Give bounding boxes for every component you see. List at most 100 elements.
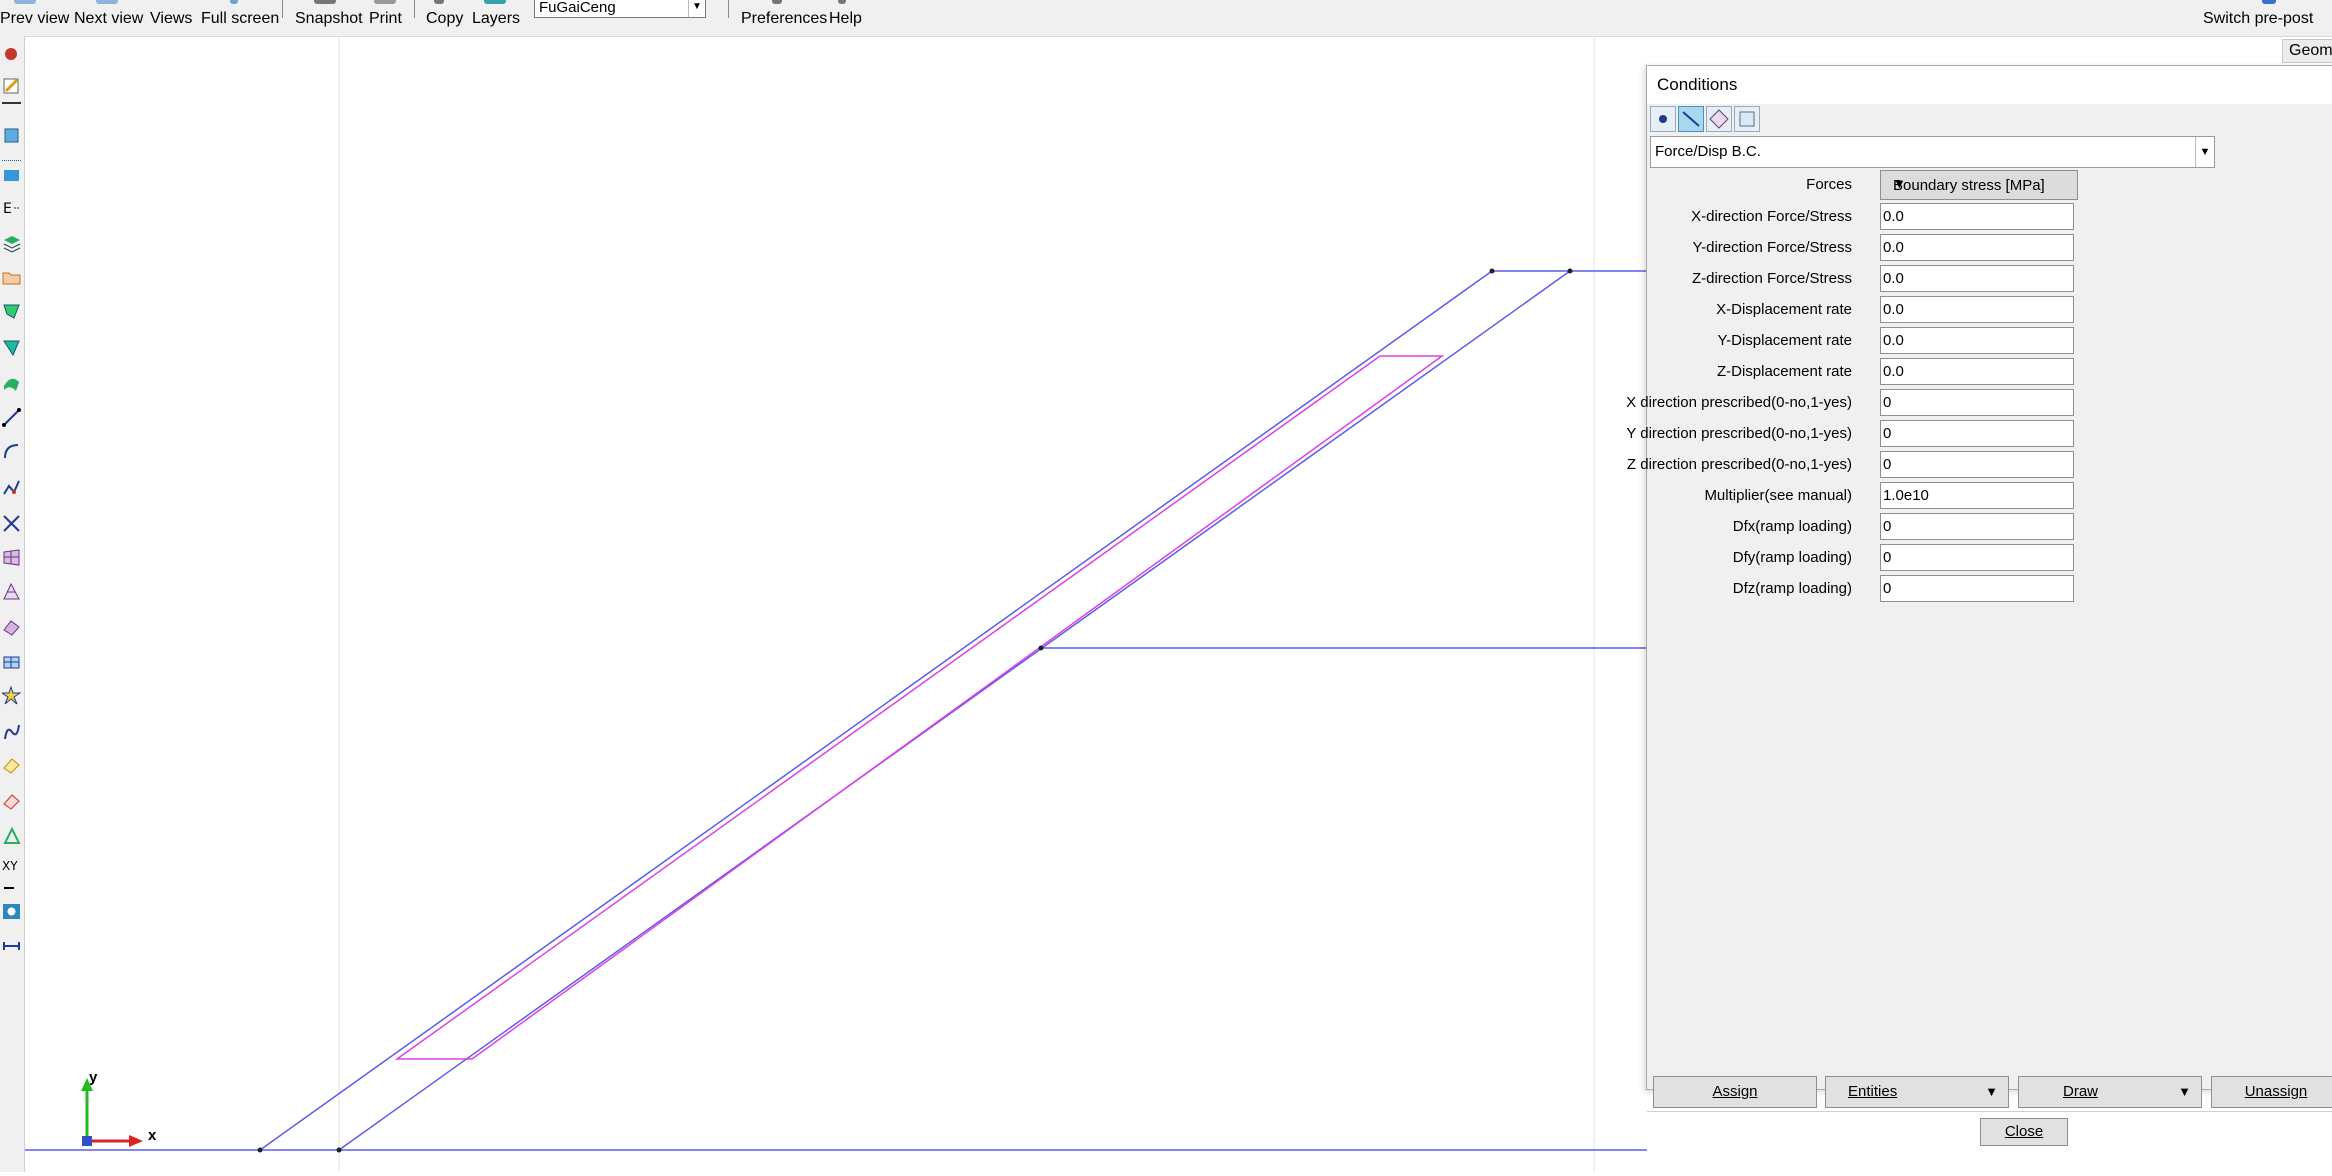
dfx-input[interactable]	[1880, 513, 2074, 540]
volume-entity-button[interactable]	[1734, 106, 1760, 132]
field-row: Z direction prescribed(0-no,1-yes)	[1627, 450, 2107, 480]
draw-button-label: Draw	[2063, 1083, 2099, 1100]
layer-select[interactable]: FuGaiCeng ▼	[534, 0, 706, 18]
edit-entities-icon[interactable]: E	[2, 198, 21, 217]
toolbar-separator	[414, 0, 415, 18]
switch-prepost-button[interactable]: Switch pre-post	[2203, 10, 2313, 28]
field-row: X-Displacement rate	[1647, 295, 2107, 325]
xy-coordinates-icon[interactable]: XY	[2, 856, 21, 875]
print-button[interactable]: Print	[369, 10, 402, 28]
close-button[interactable]: Close	[1980, 1118, 2068, 1146]
star-icon[interactable]	[2, 686, 21, 705]
chevron-down-icon: ▼	[2178, 1084, 2191, 1099]
geometry-point	[336, 1147, 342, 1153]
copy-button[interactable]: Copy	[426, 10, 463, 28]
field-label: X-direction Force/Stress	[1691, 208, 1852, 225]
field-label: Y-direction Force/Stress	[1692, 239, 1852, 256]
layers-stack-icon[interactable]	[2, 234, 21, 253]
field-label: X direction prescribed(0-no,1-yes)	[1626, 394, 1852, 411]
mesh-surface-icon[interactable]	[2, 618, 21, 637]
axis-y-label: y	[89, 1069, 98, 1086]
curved-surface-icon[interactable]	[2, 374, 21, 393]
point-icon[interactable]	[2, 44, 21, 63]
geometry-point	[1038, 645, 1044, 651]
divider	[2, 160, 21, 162]
arrow-point-icon[interactable]	[2, 878, 21, 897]
preferences-button[interactable]: Preferences	[741, 10, 827, 28]
condition-type-select[interactable]: Force/Disp B.C. ▼	[1650, 136, 2215, 168]
polyline-icon[interactable]	[2, 478, 21, 497]
layers-icon	[484, 0, 506, 4]
layers-button[interactable]: Layers	[472, 10, 520, 28]
chevron-down-icon: ▼	[1893, 176, 1906, 191]
conditions-dialog: Conditions Force/Disp B.C. ▼ Forces Boun…	[1626, 65, 2332, 1152]
layer-fugaiceng-outline	[394, 355, 1445, 1060]
z-prescribed-input[interactable]	[1880, 451, 2074, 478]
mesh-volume-icon[interactable]	[2, 652, 21, 671]
y-force-input[interactable]	[1880, 234, 2074, 261]
field-label: Multiplier(see manual)	[1704, 487, 1852, 504]
arc-icon[interactable]	[2, 442, 21, 461]
unassign-button[interactable]: Unassign	[2211, 1076, 2332, 1108]
next-view-button[interactable]: Next view	[74, 10, 143, 28]
snapshot-button[interactable]: Snapshot	[295, 10, 363, 28]
axis-x-label: x	[148, 1127, 157, 1144]
field-label: Z direction prescribed(0-no,1-yes)	[1626, 456, 1852, 473]
y-prescribed-input[interactable]	[1880, 420, 2074, 447]
surface-entity-button[interactable]	[1706, 106, 1732, 132]
x-force-input[interactable]	[1880, 203, 2074, 230]
geometry-line-slope-lower	[338, 270, 1571, 1151]
create-surface-icon[interactable]	[2, 126, 21, 145]
forces-select[interactable]: Boundary stress [MPa] ▼	[1880, 170, 2078, 200]
intersect-icon[interactable]	[2, 514, 21, 533]
field-label: Z-Displacement rate	[1716, 363, 1852, 380]
prev-view-button[interactable]: Prev view	[0, 10, 69, 28]
line-entity-button[interactable]	[1678, 106, 1704, 132]
help-button[interactable]: Help	[829, 10, 862, 28]
assign-button[interactable]: Assign	[1653, 1076, 1817, 1108]
draw-menu-button[interactable]: Draw ▼	[2018, 1076, 2202, 1108]
geometry-point	[1489, 268, 1495, 274]
chevron-down-icon[interactable]: ▼	[688, 0, 705, 17]
volume-icon[interactable]	[2, 166, 21, 185]
z-displacement-input[interactable]	[1880, 358, 2074, 385]
prev-view-icon	[14, 0, 36, 4]
copy-icon	[434, 0, 444, 4]
entities-menu-button[interactable]: Entities ▼	[1825, 1076, 2009, 1108]
field-row: Z-Displacement rate	[1647, 357, 2107, 387]
line-icon[interactable]	[2, 408, 21, 427]
field-row: Dfx(ramp loading)	[1647, 512, 2107, 542]
info-icon[interactable]	[2, 902, 21, 921]
point-entity-button[interactable]	[1650, 106, 1676, 132]
mesh-tri-icon[interactable]	[2, 582, 21, 601]
triangle-icon[interactable]	[2, 826, 21, 845]
y-displacement-input[interactable]	[1880, 327, 2074, 354]
dimension-icon[interactable]	[2, 936, 21, 955]
x-displacement-input[interactable]	[1880, 296, 2074, 323]
spline-icon[interactable]	[2, 722, 21, 741]
planar-surface-icon[interactable]	[2, 338, 21, 357]
axis-origin	[82, 1136, 92, 1146]
chevron-down-icon[interactable]: ▼	[2195, 137, 2214, 167]
svg-text:E: E	[3, 201, 12, 217]
ruler-icon[interactable]	[2, 792, 21, 811]
toolbar-separator	[728, 0, 729, 18]
preferences-icon	[772, 0, 782, 4]
eraser-icon[interactable]	[2, 756, 21, 775]
z-force-input[interactable]	[1880, 265, 2074, 292]
unassign-button-label: Unassign	[2244, 1083, 2308, 1100]
views-button[interactable]: Views	[150, 10, 192, 28]
geometry-point	[1567, 268, 1573, 274]
pencil-icon[interactable]	[2, 76, 21, 95]
x-prescribed-input[interactable]	[1880, 389, 2074, 416]
dfy-input[interactable]	[1880, 544, 2074, 571]
field-label: Dfx(ramp loading)	[1732, 518, 1852, 535]
full-screen-button[interactable]: Full screen	[201, 10, 279, 28]
condition-type-value: Force/Disp B.C.	[1655, 143, 1761, 160]
dfz-input[interactable]	[1880, 575, 2074, 602]
folder-icon[interactable]	[2, 268, 21, 287]
multiplier-input[interactable]	[1880, 482, 2074, 509]
nurbs-surface-icon[interactable]	[2, 302, 21, 321]
line-entity-icon	[1682, 111, 1700, 127]
mesh-quad-icon[interactable]	[2, 548, 21, 567]
